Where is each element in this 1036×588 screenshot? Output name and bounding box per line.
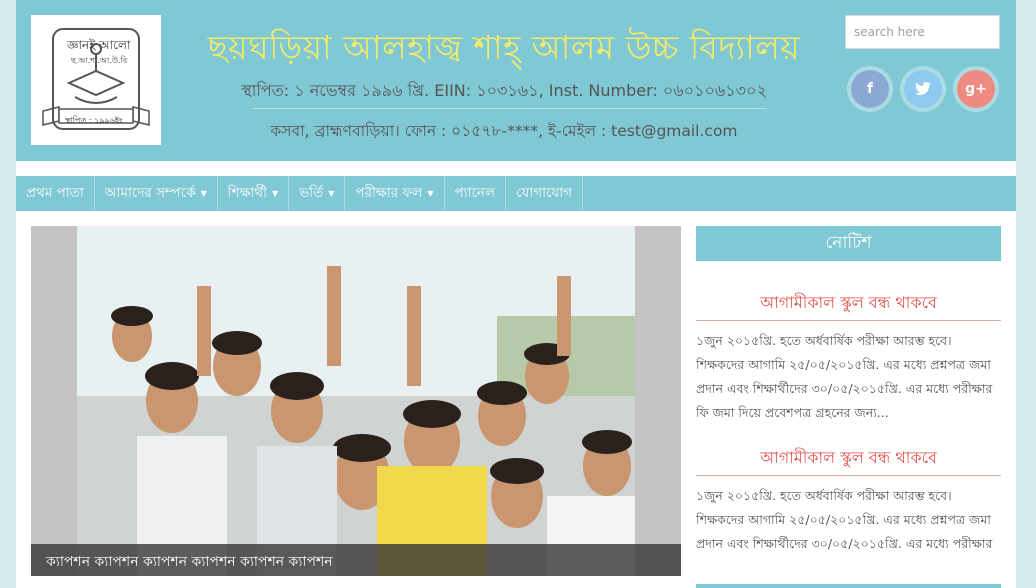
slider-caption-bar: ক্যাপশন ক্যাপশন ক্যাপশন ক্যাপশন ক্যাপশন …	[31, 544, 681, 576]
nav-item-label: যোগাযোগ	[516, 185, 572, 201]
nav-item-label: প্রথম পাতা	[26, 185, 84, 201]
nav-item-label: প্যানেল	[454, 185, 496, 201]
notice-title[interactable]: আগামীকাল স্কুল বন্ধ থাকবে	[696, 445, 1001, 476]
nav-item-label: পরীক্ষার ফল	[355, 185, 423, 201]
students-celebrating-image	[77, 226, 635, 576]
nav-item-label: শিক্ষার্থী	[227, 185, 268, 201]
site-header: জ্ঞানই আলো ছ.আ.শা.আ.উ.বি স্থাপিত : ১৯৯৬ই…	[16, 0, 1016, 161]
google-plus-glyph: g+	[965, 81, 987, 97]
nav-item-results[interactable]: পরীক্ষার ফল ▼	[345, 176, 445, 211]
notice-item[interactable]: আগামীকাল স্কুল বন্ধ থাকবে ১জুন ২০১৫খ্রি.…	[696, 290, 1001, 425]
nav-item-students[interactable]: শিক্ষার্থী ▼	[218, 176, 290, 211]
logo-established: স্থাপিত : ১৯৯৬ইং	[65, 116, 123, 125]
nav-item-contact[interactable]: যোগাযোগ	[506, 176, 583, 211]
main-nav: প্রথম পাতা আমাদের সম্পর্কে ▼ শিক্ষার্থী …	[16, 176, 1016, 211]
page-container: জ্ঞানই আলো ছ.আ.শা.আ.উ.বি স্থাপিত : ১৯৯৬ই…	[16, 0, 1016, 588]
google-plus-icon[interactable]: g+	[957, 70, 995, 108]
notice-list: আগামীকাল স্কুল বন্ধ থাকবে ১জুন ২০১৫খ্রি.…	[696, 290, 1001, 552]
nav-item-admission[interactable]: ভর্তি ▼	[289, 176, 346, 211]
establishment-info: স্থাপিত: ১ নভেম্বর ১৯৯৬ খ্রি. EIIN: ১০৩১…	[241, 81, 767, 100]
twitter-icon[interactable]	[904, 70, 942, 108]
nav-item-label: ভর্তি	[299, 185, 324, 201]
chevron-down-icon: ▼	[200, 189, 207, 198]
nav-item-label: আমাদের সম্পর্কে	[104, 185, 196, 201]
logo-initials: ছ.আ.শা.আ.উ.বি	[71, 56, 128, 65]
search-input[interactable]	[845, 15, 1000, 49]
logo-motto: জ্ঞানই আলো	[67, 38, 131, 52]
notice-body: ১জুন ২০১৫খ্রি. হতে অর্ধবার্ষিক পরীক্ষা আ…	[696, 488, 993, 551]
slider-photo	[77, 226, 635, 576]
school-name-title: ছয়ঘড়িয়া আলহাজ্ব শাহ্ আলম উচ্চ বিদ্যাল…	[207, 28, 801, 67]
facebook-icon[interactable]: f	[851, 70, 889, 108]
chevron-down-icon: ▼	[427, 189, 434, 198]
slider-caption: ক্যাপশন ক্যাপশন ক্যাপশন ক্যাপশন ক্যাপশন …	[46, 554, 333, 570]
header-divider	[253, 108, 767, 109]
school-logo[interactable]: জ্ঞানই আলো ছ.আ.শা.আ.উ.বি স্থাপিত : ১৯৯৬ই…	[31, 15, 161, 145]
twitter-bird-icon	[915, 82, 931, 95]
nav-item-home[interactable]: প্রথম পাতা	[16, 176, 95, 211]
notice-body: ১জুন ২০১৫খ্রি. হতে অর্ধবার্ষিক পরীক্ষা আ…	[696, 333, 993, 420]
nav-item-about[interactable]: আমাদের সম্পর্কে ▼	[95, 176, 218, 211]
nav-item-panel[interactable]: প্যানেল	[445, 176, 507, 211]
notice-heading: নোটিশ	[696, 226, 1001, 261]
sidebar-bottom-bar	[696, 584, 1001, 588]
chevron-down-icon: ▼	[328, 189, 335, 198]
notice-item[interactable]: আগামীকাল স্কুল বন্ধ থাকবে ১জুন ২০১৫খ্রি.…	[696, 445, 1001, 552]
image-slider[interactable]: ক্যাপশন ক্যাপশন ক্যাপশন ক্যাপশন ক্যাপশন …	[31, 226, 681, 576]
contact-info: কসবা, ব্রাহ্মণবাড়িয়া। ফোন : ০১৫৭৮-****…	[270, 122, 738, 140]
notice-title[interactable]: আগামীকাল স্কুল বন্ধ থাকবে	[696, 290, 1001, 321]
chevron-down-icon: ▼	[272, 189, 279, 198]
facebook-glyph: f	[866, 81, 874, 97]
